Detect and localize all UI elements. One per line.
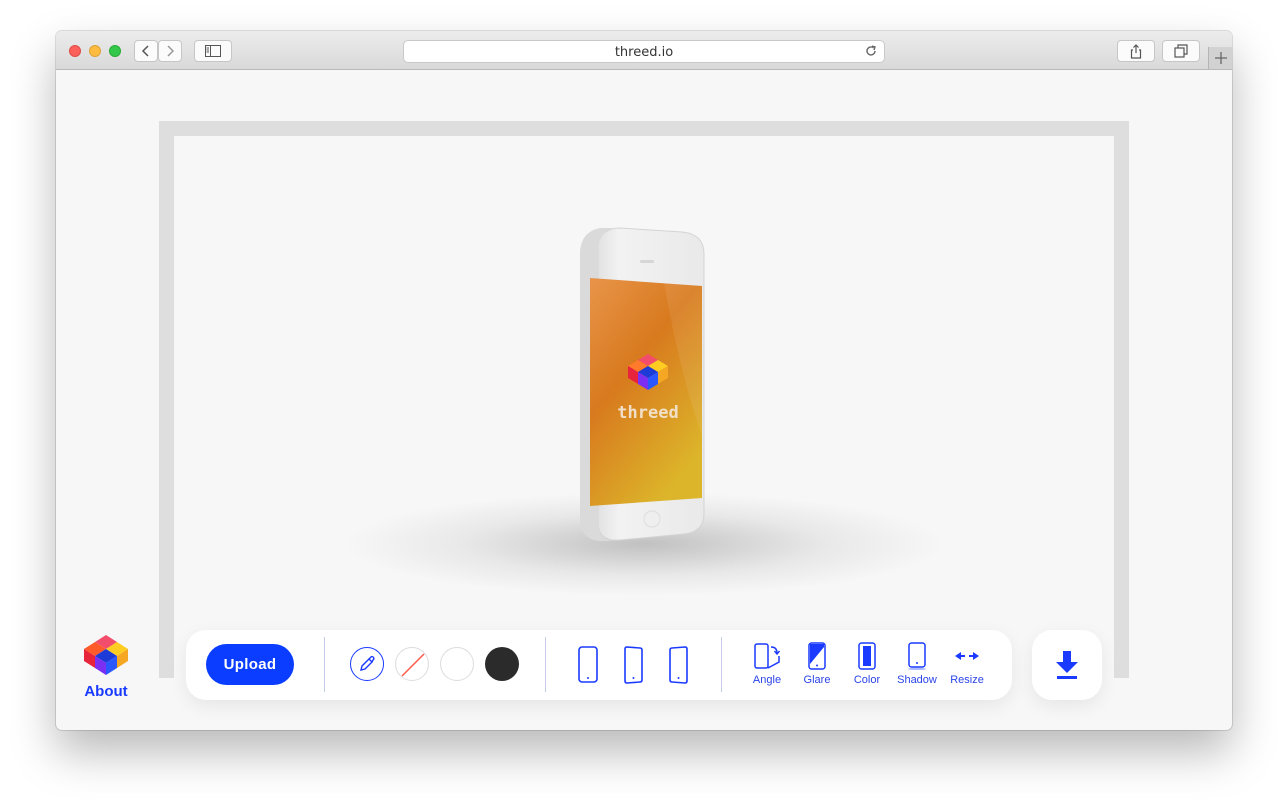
- white-background-swatch[interactable]: [440, 647, 474, 681]
- glare-option[interactable]: Glare: [792, 642, 842, 686]
- download-button[interactable]: [1032, 630, 1102, 700]
- new-tab-button[interactable]: [1208, 47, 1232, 69]
- device-view-angled-left-button[interactable]: [621, 645, 645, 685]
- toolbar-divider: [545, 637, 546, 692]
- phone-angled-right-icon: [669, 646, 688, 684]
- plus-icon: [1214, 52, 1227, 64]
- device-view-front-button[interactable]: [576, 645, 600, 685]
- download-icon: [1056, 651, 1078, 679]
- no-color-icon: [401, 653, 425, 677]
- share-icon: [1130, 43, 1142, 59]
- zoom-window-button[interactable]: [109, 45, 121, 57]
- chevron-left-icon: [141, 45, 149, 57]
- glare-option-label: Glare: [803, 674, 831, 686]
- share-button[interactable]: [1117, 40, 1155, 62]
- url-text: threed.io: [614, 45, 674, 60]
- shadow-icon: [908, 642, 926, 670]
- tabs-overview-button[interactable]: [1162, 40, 1200, 62]
- device-view-angled-right-button[interactable]: [666, 645, 690, 685]
- browser-titlebar: threed.io: [56, 31, 1232, 70]
- eyedropper-button[interactable]: [350, 647, 384, 681]
- screen-logo-text: threed: [617, 403, 678, 423]
- tabs-icon: [1174, 44, 1188, 58]
- address-bar[interactable]: threed.io: [403, 40, 885, 63]
- resize-option-label: Resize: [950, 674, 984, 686]
- about-label: About: [84, 683, 128, 700]
- shadow-option[interactable]: Shadow: [892, 642, 942, 686]
- phone-front-icon: [578, 646, 598, 683]
- color-icon: [858, 642, 876, 670]
- threed-logo-icon: [84, 635, 128, 675]
- reload-icon[interactable]: [864, 44, 878, 63]
- black-background-swatch[interactable]: [485, 647, 519, 681]
- toolbar-divider: [324, 637, 325, 692]
- eyedropper-icon: [360, 655, 375, 671]
- angle-option-label: Angle: [752, 674, 782, 686]
- upload-button[interactable]: Upload: [206, 644, 294, 685]
- phone-angled-left-icon: [624, 646, 643, 684]
- glare-icon: [808, 642, 826, 670]
- resize-option[interactable]: Resize: [942, 642, 992, 686]
- editor-toolbar: Upload Angle Glare Color Shadow Resize: [186, 630, 1012, 700]
- color-option[interactable]: Color: [842, 642, 892, 686]
- toolbar-divider: [721, 637, 722, 692]
- angle-option[interactable]: Angle: [742, 642, 792, 686]
- preview-frame: threed: [159, 121, 1129, 678]
- close-window-button[interactable]: [69, 45, 81, 57]
- transparent-background-swatch[interactable]: [395, 647, 429, 681]
- forward-button[interactable]: [158, 40, 182, 62]
- back-button[interactable]: [134, 40, 158, 62]
- about-link[interactable]: About: [80, 634, 132, 700]
- chevron-right-icon: [167, 45, 175, 57]
- phone-mockup: threed: [344, 227, 944, 596]
- color-option-label: Color: [853, 674, 881, 686]
- preview-stage: threed: [174, 136, 1114, 678]
- browser-window: threed.io threed About Upload Angle Glar…: [56, 31, 1232, 730]
- shadow-option-label: Shadow: [897, 674, 937, 686]
- sidebar-icon: [205, 45, 221, 57]
- minimize-window-button[interactable]: [89, 45, 101, 57]
- angle-icon: [754, 643, 781, 669]
- resize-icon: [955, 652, 979, 660]
- sidebar-button[interactable]: [194, 40, 232, 62]
